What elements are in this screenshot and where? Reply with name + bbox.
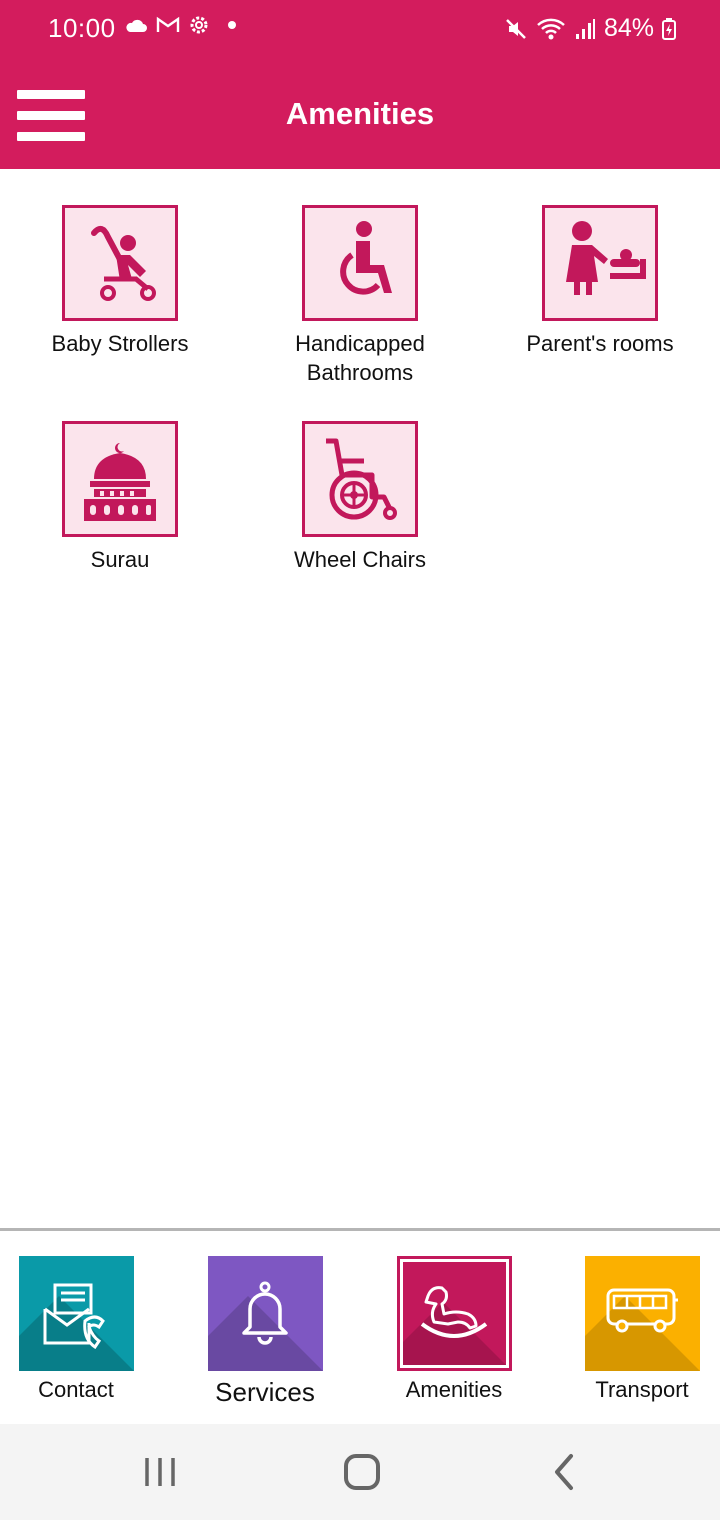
bottom-nav-divider [0, 1228, 720, 1231]
nav-label: Transport [595, 1377, 689, 1402]
recent-apps-button[interactable] [130, 1444, 190, 1500]
amenity-surau[interactable]: Surau [0, 421, 240, 574]
app-header: 10:00 84% Amenities [0, 0, 720, 169]
status-left-icons [124, 14, 238, 36]
status-time: 10:00 [48, 13, 116, 43]
home-button[interactable] [332, 1444, 392, 1500]
rocking-horse-icon [420, 1285, 488, 1338]
signal-icon [575, 18, 595, 39]
recent-apps-icon [145, 1458, 175, 1486]
bus-icon [606, 1288, 678, 1332]
system-nav-bar [0, 1424, 720, 1520]
cloud-icon [126, 19, 147, 32]
back-icon [555, 1454, 573, 1490]
amenity-label: Wheel Chairs [293, 547, 427, 572]
amenity-wheel-chairs[interactable]: Wheel Chairs [240, 421, 480, 574]
amenity-label: Surau [90, 547, 150, 572]
nav-icon-box [396, 1256, 512, 1371]
amenity-parents-rooms[interactable]: Parent's rooms [480, 205, 720, 358]
nav-label: Contact [38, 1377, 114, 1402]
wheelchair-icon [326, 438, 397, 520]
amenity-handicapped-bathrooms[interactable]: Handicapped Bathrooms [240, 205, 480, 387]
nav-icon-box [18, 1256, 134, 1371]
amenity-label: Handicapped Bathrooms [295, 331, 425, 385]
contact-icon [43, 1283, 105, 1349]
status-bar: 10:00 84% [0, 0, 720, 58]
amenity-icon-box [302, 205, 418, 321]
nav-amenities[interactable]: Amenities [369, 1256, 539, 1403]
status-right: 84% [504, 14, 676, 43]
stroller-icon [91, 225, 156, 301]
mute-icon [506, 18, 526, 39]
mosque-icon [84, 443, 156, 521]
hamburger-line [17, 132, 85, 141]
accessible-icon [340, 221, 392, 295]
settings-icon [190, 16, 208, 34]
nav-icon-inner [402, 1262, 506, 1365]
app-root: 10:00 84% Amenities Baby Strollers Handi… [0, 0, 720, 1520]
nav-transport[interactable]: Transport [557, 1256, 720, 1403]
nav-label: Amenities [405, 1377, 503, 1402]
dot-icon [228, 21, 236, 29]
amenity-icon-box [542, 205, 658, 321]
nav-icon-box [207, 1256, 323, 1371]
nav-icon-box [584, 1256, 700, 1371]
amenity-label: Parent's rooms [526, 331, 674, 356]
nav-contact[interactable]: Contact [0, 1256, 161, 1403]
amenity-baby-strollers[interactable]: Baby Strollers [0, 205, 240, 358]
gmail-icon [156, 16, 180, 32]
amenity-label: Baby Strollers [51, 331, 189, 356]
wifi-icon [537, 18, 565, 39]
back-button[interactable] [534, 1444, 594, 1500]
home-icon [344, 1454, 380, 1490]
battery-icon [662, 17, 676, 40]
bell-icon [242, 1281, 288, 1345]
amenity-icon-box [62, 421, 178, 537]
page-title: Amenities [285, 96, 435, 131]
nav-label: Services [215, 1377, 315, 1407]
amenity-icon-box [302, 421, 418, 537]
nav-services[interactable]: Services [180, 1256, 350, 1408]
baby-changing-icon [566, 221, 646, 295]
amenity-icon-box [62, 205, 178, 321]
battery-percent: 84% [603, 14, 654, 42]
